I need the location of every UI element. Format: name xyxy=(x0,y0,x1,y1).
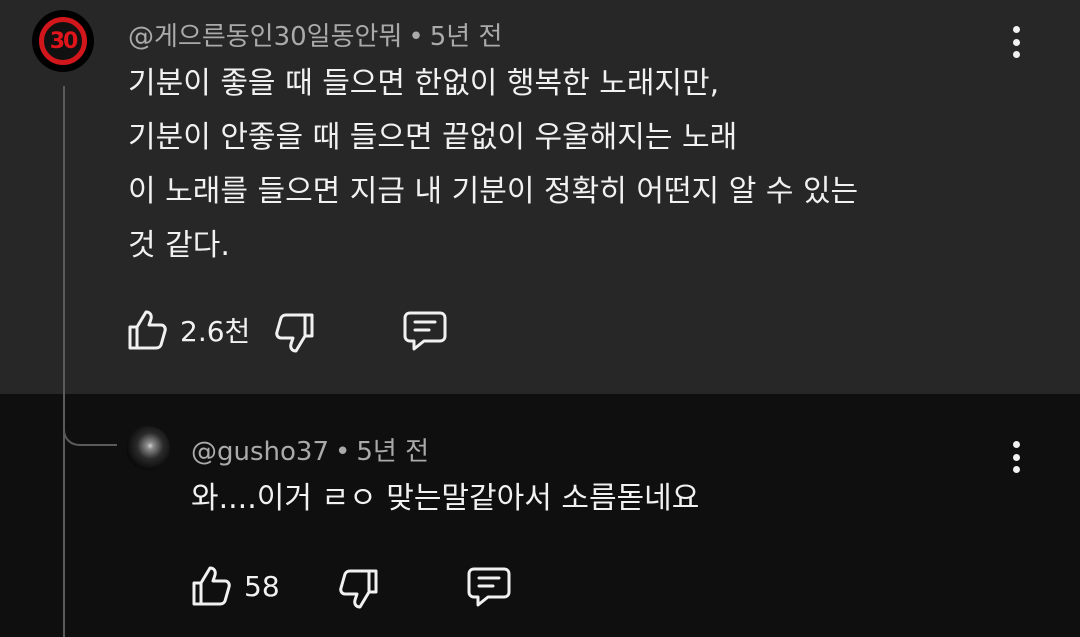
meta-separator: • xyxy=(408,22,424,52)
reply-time[interactable]: 5년 전 xyxy=(356,437,429,467)
dislike-icon xyxy=(338,567,380,611)
reply-like-button[interactable]: 58 xyxy=(190,564,280,608)
meta-separator: • xyxy=(335,437,351,467)
reply-author-name[interactable]: @gusho37 xyxy=(191,437,329,467)
like-icon xyxy=(126,308,168,352)
dislike-button[interactable] xyxy=(274,311,316,355)
dislike-icon xyxy=(274,311,316,355)
avatar-label: 30 xyxy=(49,28,79,54)
reply-like-count: 58 xyxy=(244,569,280,603)
author-avatar[interactable]: 30 xyxy=(32,10,94,72)
reply-avatar[interactable] xyxy=(126,426,170,470)
reply-meta: @gusho37 • 5년 전 xyxy=(191,431,429,468)
reply-more-options-icon[interactable] xyxy=(1004,437,1028,477)
author-name[interactable]: @게으른동인30일동안뭐 xyxy=(128,22,402,52)
like-icon xyxy=(190,564,232,608)
like-button[interactable]: 2.6천 xyxy=(126,308,250,352)
comment-thread: 30 @게으른동인30일동안뭐 • 5년 전 기분이 좋을 때 들으면 한없이 행복… xyxy=(0,0,1080,637)
comment-line: 기분이 좋을 때 들으면 한없이 행복한 노래지만, xyxy=(128,66,720,101)
avatar-ring: 30 xyxy=(39,17,87,65)
reply-button[interactable] xyxy=(402,310,448,352)
reply-text: 와....이거 ㄹㅇ 맞는말같아서 소름돋네요 xyxy=(191,472,699,526)
more-options-icon[interactable] xyxy=(1004,22,1028,62)
thread-line xyxy=(63,86,65,637)
comment-text: 기분이 좋을 때 들으면 한없이 행복한 노래지만, 기분이 안좋을 때 들으면… xyxy=(128,57,858,273)
comment-meta: @게으른동인30일동안뭐 • 5년 전 xyxy=(128,16,502,53)
comment-line: 이 노래를 들으면 지금 내 기분이 정확히 어떤지 알 수 있는 xyxy=(128,174,859,209)
top-comment: 30 @게으른동인30일동안뭐 • 5년 전 기분이 좋을 때 들으면 한없이 행복… xyxy=(0,0,1080,394)
thread-connector xyxy=(63,394,117,446)
comment-time[interactable]: 5년 전 xyxy=(430,22,503,52)
like-count: 2.6천 xyxy=(180,315,251,348)
reply-dislike-button[interactable] xyxy=(338,567,380,611)
reply-line: 와....이거 ㄹㅇ 맞는말같아서 소름돋네요 xyxy=(191,481,700,516)
reply-icon xyxy=(402,310,448,352)
comment-line: 것 같다. xyxy=(128,228,230,263)
comment-line: 기분이 안좋을 때 들으면 끝없이 우울해지는 노래 xyxy=(128,120,738,155)
reply-reply-button[interactable] xyxy=(466,566,512,608)
reply-icon xyxy=(466,566,512,608)
